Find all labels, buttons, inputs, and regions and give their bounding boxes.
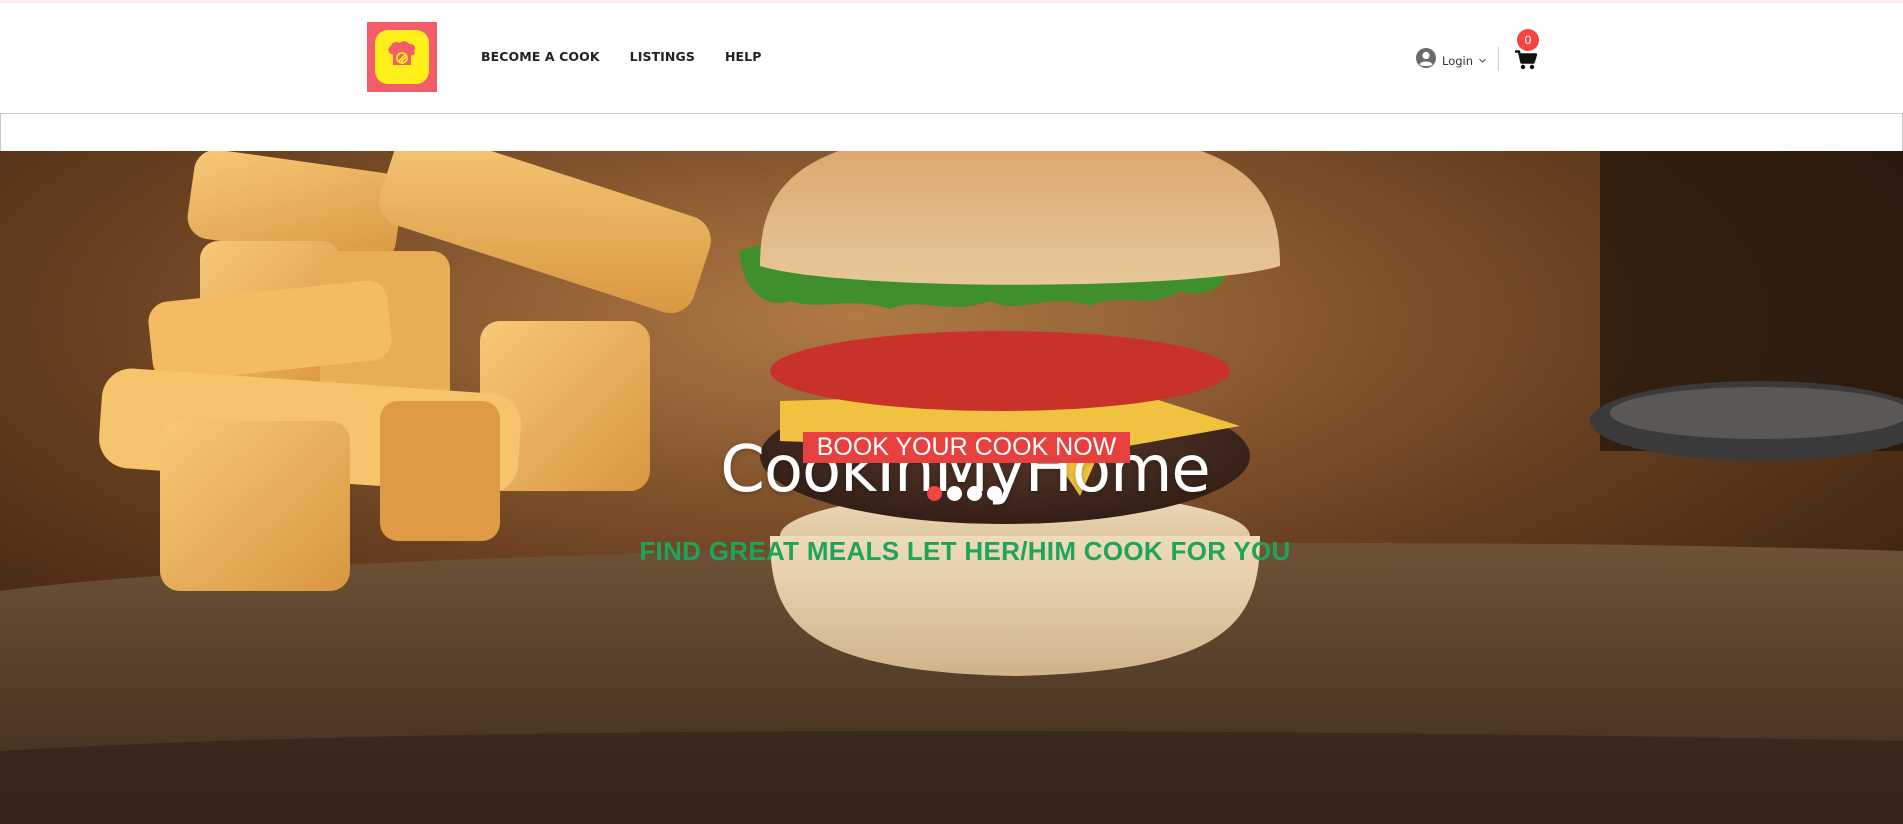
slider-dot-1[interactable] <box>927 486 942 501</box>
header-spacer-strip <box>0 113 1903 151</box>
slider-pagination <box>927 486 1002 501</box>
slider-dot-3[interactable] <box>967 486 982 501</box>
main-nav: BECOME A COOK LISTINGS HELP <box>481 49 792 64</box>
nav-help[interactable]: HELP <box>725 49 762 64</box>
user-icon <box>1415 47 1437 74</box>
header-divider <box>1498 47 1499 71</box>
site-logo[interactable] <box>367 22 437 92</box>
nav-become-a-cook[interactable]: BECOME A COOK <box>481 49 600 64</box>
slider-dot-4[interactable] <box>987 486 1002 501</box>
site-header: BECOME A COOK LISTINGS HELP Login 0 <box>0 3 1903 113</box>
login-label: Login <box>1442 53 1474 68</box>
slider-dot-2[interactable] <box>947 486 962 501</box>
cart-count-badge: 0 <box>1517 29 1539 51</box>
book-your-cook-button[interactable]: BOOK YOUR COOK NOW <box>803 432 1130 463</box>
nav-listings[interactable]: LISTINGS <box>630 49 695 64</box>
chef-hat-icon <box>375 30 429 84</box>
hero-tagline: FIND GREAT MEALS LET HER/HIM COOK FOR YO… <box>639 536 1291 566</box>
chevron-down-icon <box>1478 52 1487 70</box>
login-button[interactable]: Login <box>1415 47 1487 74</box>
shopping-cart-icon[interactable] <box>1515 50 1538 75</box>
